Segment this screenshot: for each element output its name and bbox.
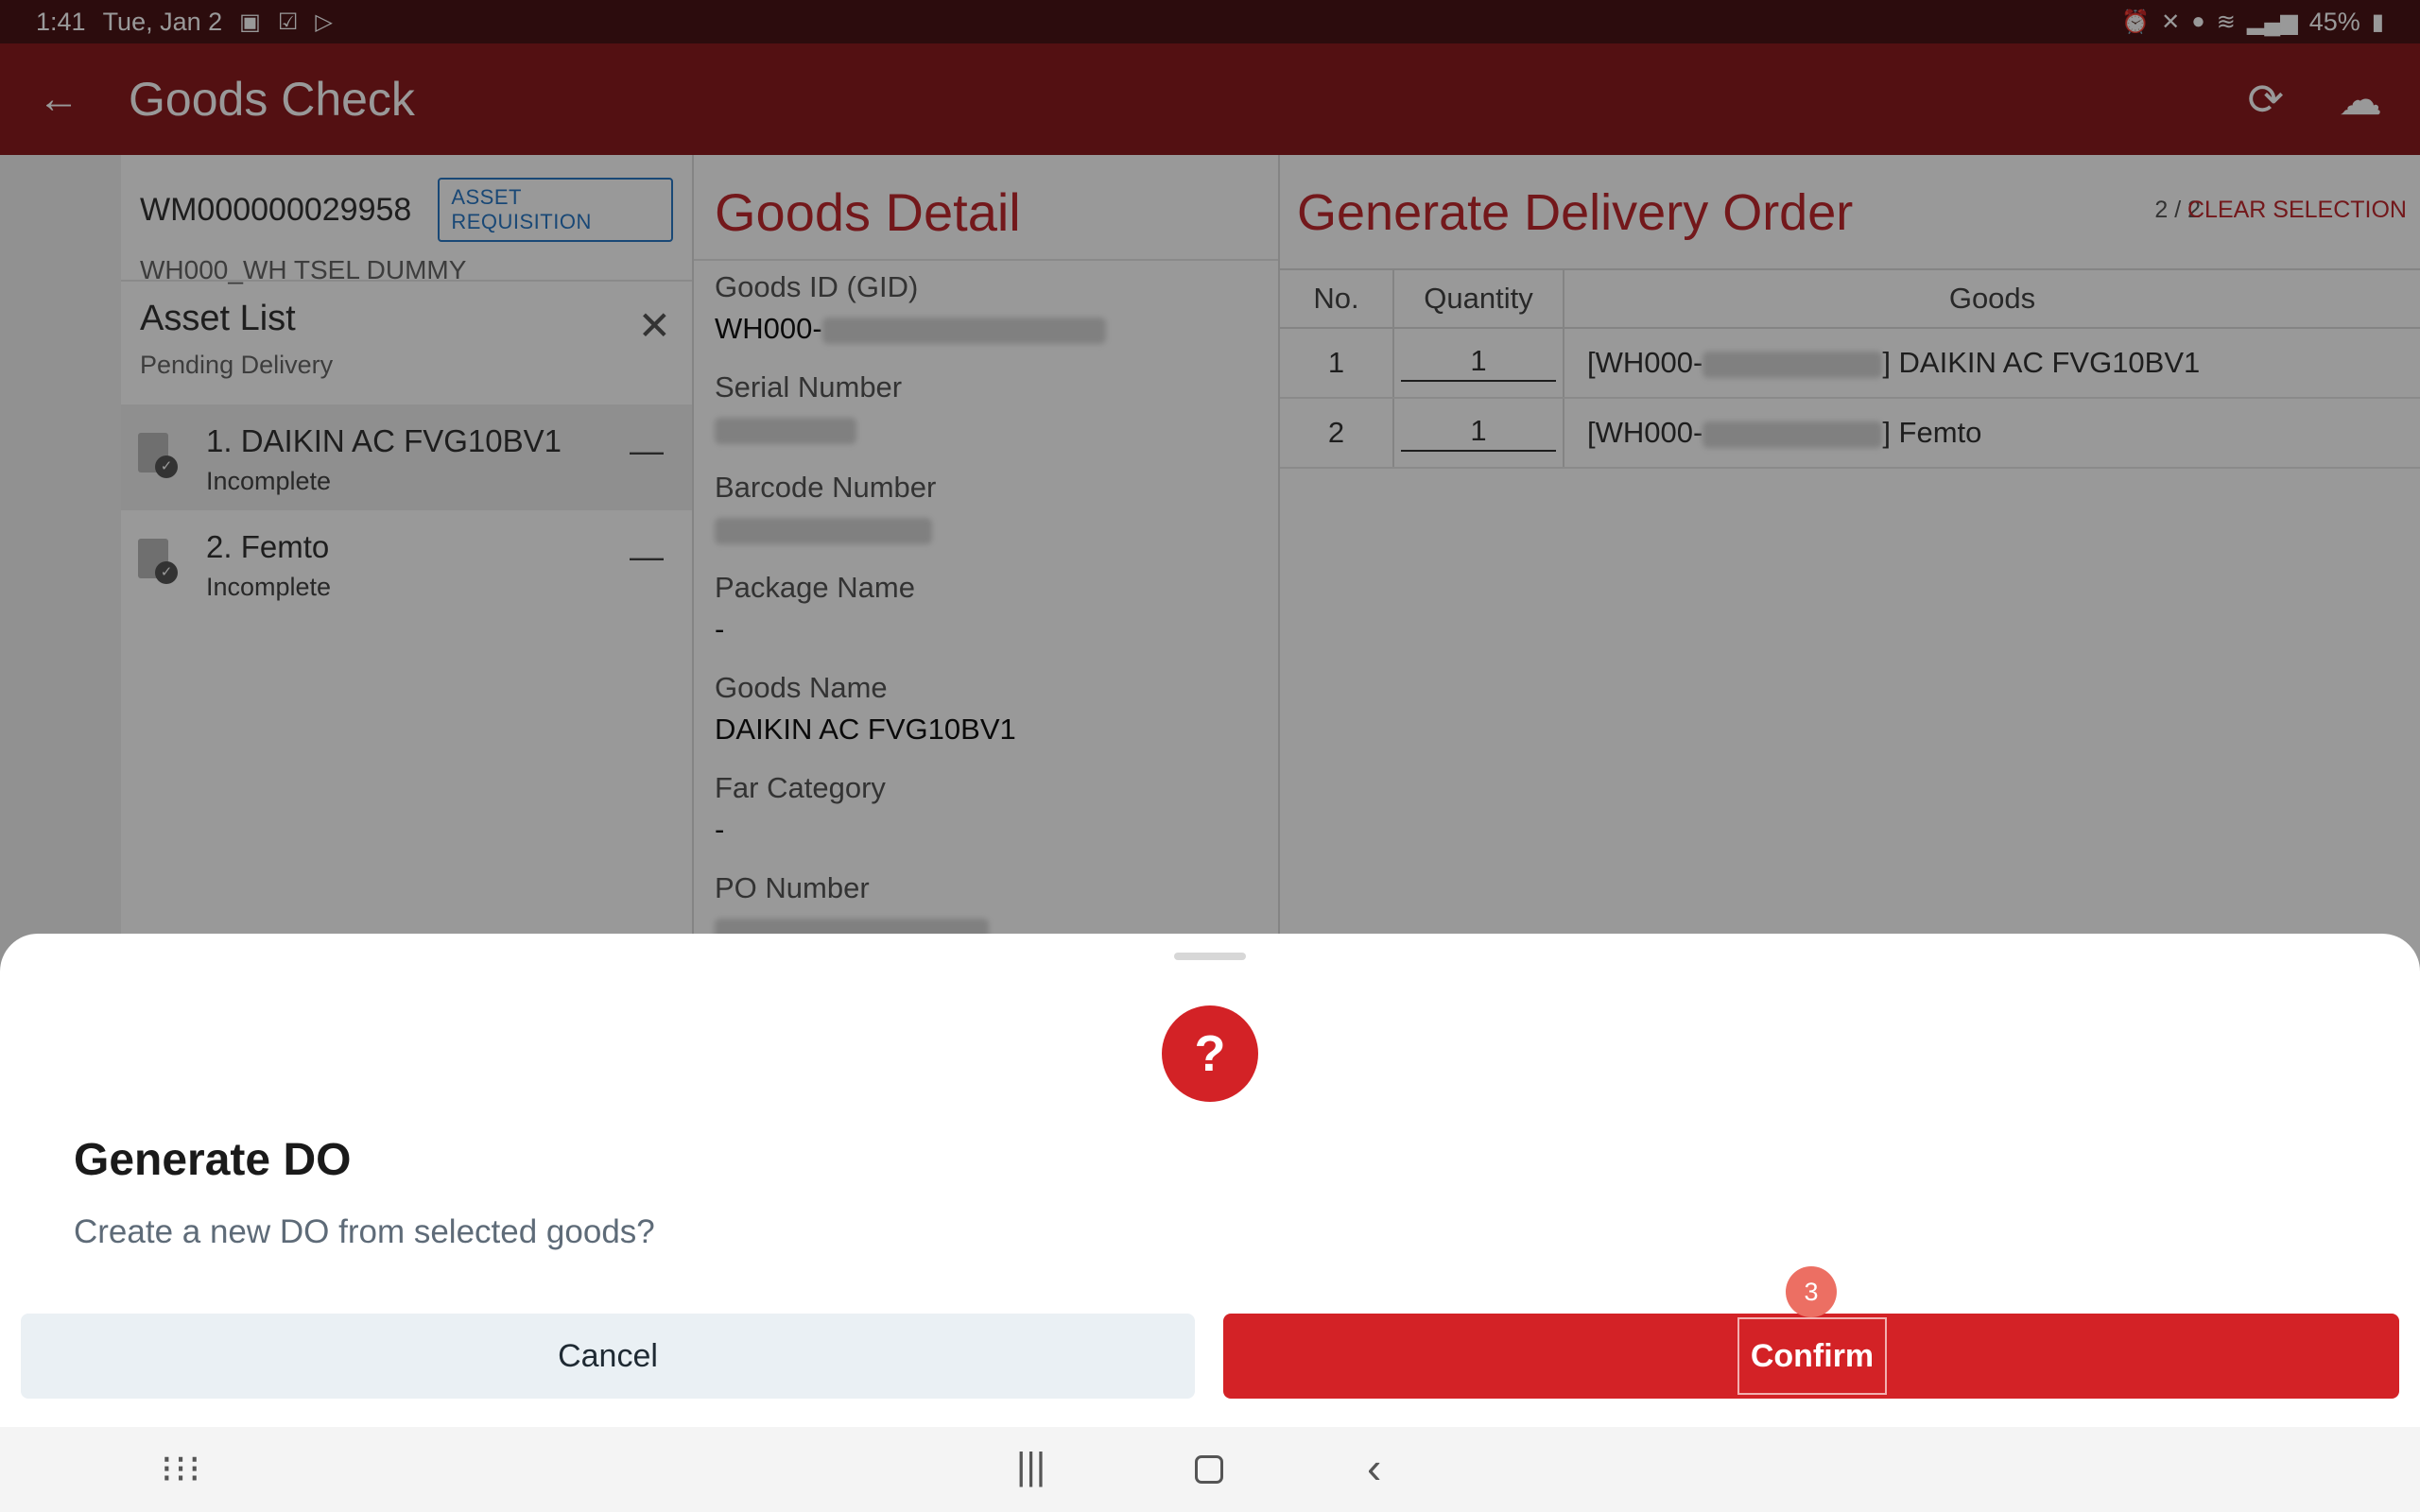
system-nav-bar: ⁝⁝⁝ ||| ‹ [0, 1427, 2420, 1512]
confirm-dialog-sheet: ? Generate DO Create a new DO from selec… [0, 934, 2420, 1427]
step-badge: 3 [1786, 1266, 1837, 1317]
recent-apps-icon[interactable]: ||| [1016, 1446, 1046, 1488]
dialog-title: Generate DO [74, 1135, 352, 1185]
question-icon: ? [1162, 1005, 1258, 1102]
apps-grid-icon[interactable]: ⁝⁝⁝ [161, 1448, 202, 1491]
confirm-button-label[interactable]: Confirm [1737, 1317, 1887, 1395]
home-icon[interactable] [1195, 1455, 1223, 1484]
back-icon[interactable]: ‹ [1367, 1442, 1381, 1493]
scrim-top [0, 0, 2420, 155]
drag-handle[interactable] [1174, 953, 1246, 960]
cancel-button[interactable]: Cancel [21, 1314, 1195, 1399]
dialog-message: Create a new DO from selected goods? [74, 1213, 655, 1250]
